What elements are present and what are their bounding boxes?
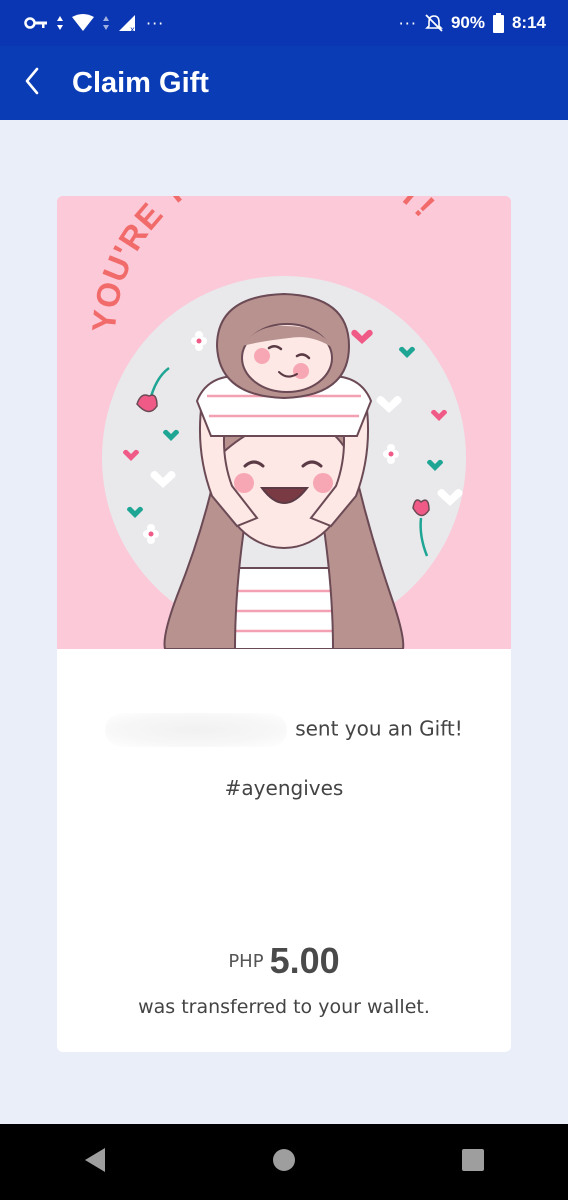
status-bar-left: x ··· <box>24 14 164 33</box>
signal-icon: x <box>118 14 138 32</box>
bell-off-icon <box>425 14 443 32</box>
battery-percent: 90% <box>450 13 485 32</box>
redacted-sender-name <box>105 713 288 747</box>
key-icon <box>24 16 48 30</box>
gift-hashtag: #ayengives <box>224 776 344 800</box>
chevron-left-icon <box>22 65 42 101</box>
status-bar-right: ··· 90% 8:14 <box>399 13 546 33</box>
data-arrows-icon-2 <box>102 15 110 31</box>
nav-recents-button[interactable] <box>433 1124 513 1200</box>
sender-message: sent you an Gift! <box>295 716 463 741</box>
status-dots-left: ··· <box>146 13 165 33</box>
nav-home-button[interactable] <box>244 1124 324 1200</box>
wifi-icon <box>72 14 94 32</box>
navigation-bar <box>0 1124 568 1200</box>
svg-text:x: x <box>130 25 135 32</box>
gift-amount-row: PHP 5.00 <box>57 940 511 982</box>
status-bar: x ··· ··· 90% 8:14 <box>0 0 568 46</box>
clock: 8:14 <box>511 13 546 32</box>
app-bar: Claim Gift <box>0 46 568 120</box>
status-dots-right: ··· <box>398 13 417 33</box>
gift-card: YOU'RE THE GREATEST! <box>57 196 511 1052</box>
square-recents-icon <box>461 1148 485 1176</box>
sender-message-row: sent you an Gift! <box>57 713 511 747</box>
battery-icon <box>492 13 504 33</box>
currency-label: PHP <box>228 951 264 972</box>
page-title: Claim Gift <box>72 66 209 99</box>
nav-back-button[interactable] <box>55 1124 135 1200</box>
gift-card-image: YOU'RE THE GREATEST! <box>57 196 511 650</box>
gift-amount: 5.00 <box>269 940 340 981</box>
triangle-back-icon <box>83 1147 107 1177</box>
transfer-note: was transferred to your wallet. <box>138 996 430 1018</box>
data-arrows-icon <box>56 15 64 31</box>
back-button[interactable] <box>0 46 64 120</box>
circle-home-icon <box>272 1148 296 1176</box>
